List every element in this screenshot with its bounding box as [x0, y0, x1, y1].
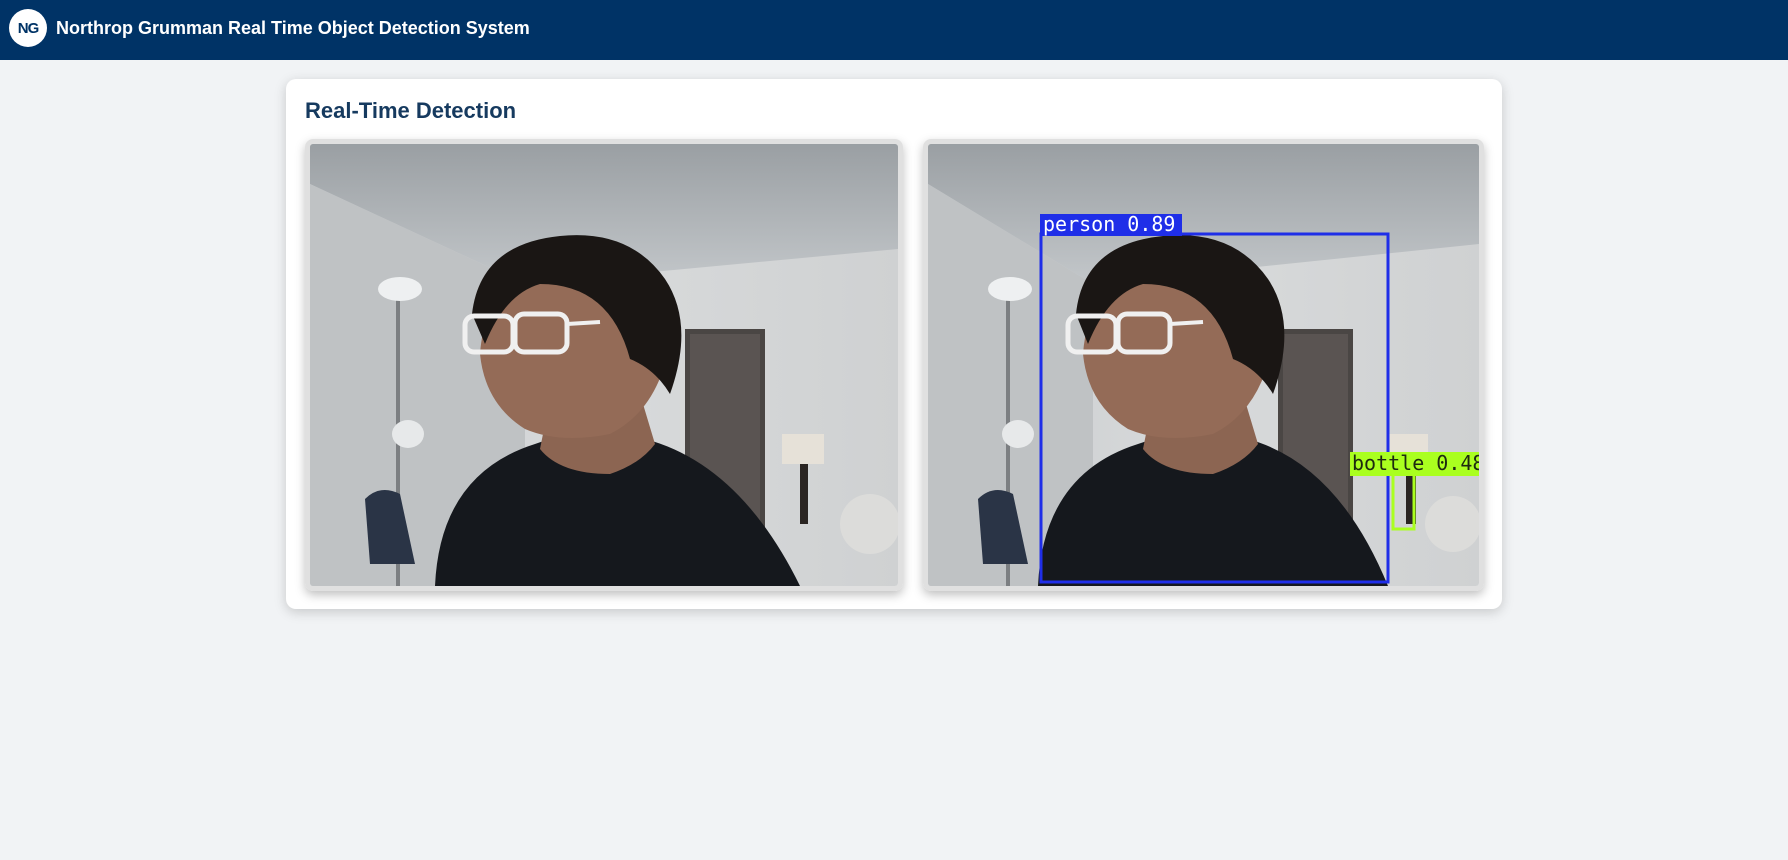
detection-feed: person 0.89 bottle 0.48	[923, 139, 1484, 591]
northrop-grumman-logo: NG	[9, 9, 47, 47]
app-header: NG Northrop Grumman Real Time Object Det…	[0, 0, 1788, 60]
bottle-detection-label: bottle 0.48	[1352, 451, 1479, 475]
detection-card: Real-Time Detection person 0.89 bottle 0…	[286, 79, 1502, 609]
app-title: Northrop Grumman Real Time Object Detect…	[56, 18, 530, 38]
section-title: Real-Time Detection	[305, 98, 517, 123]
raw-camera-image	[310, 144, 898, 586]
raw-camera-feed	[305, 139, 903, 591]
logo-text: NG	[17, 19, 39, 37]
annotated-camera-image: person 0.89 bottle 0.48	[928, 144, 1479, 586]
person-detection-label: person 0.89	[1043, 212, 1175, 236]
